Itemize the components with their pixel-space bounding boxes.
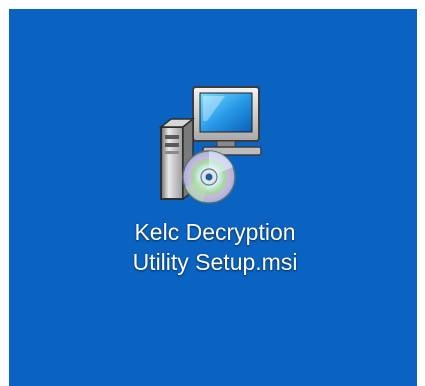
file-name-line-1: Kelc Decryption xyxy=(134,219,296,245)
file-name-line-2: Utility Setup.msi xyxy=(132,249,298,275)
msi-installer-icon xyxy=(158,86,262,204)
desktop-background: Kelc Decryption Utility Setup.msi xyxy=(9,9,417,386)
desktop-file-icon[interactable]: Kelc Decryption Utility Setup.msi xyxy=(87,67,343,307)
file-name-label: Kelc Decryption Utility Setup.msi xyxy=(87,217,343,277)
